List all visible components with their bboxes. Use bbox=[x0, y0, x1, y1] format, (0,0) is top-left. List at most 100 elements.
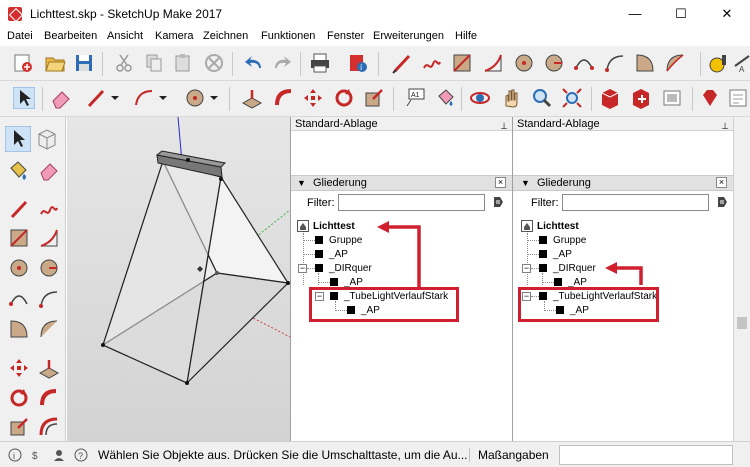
measurements-input[interactable] bbox=[559, 445, 733, 465]
select-arrow-icon[interactable] bbox=[5, 126, 31, 152]
circle-tool-icon[interactable] bbox=[513, 52, 535, 74]
tray-panel-left: Standard-Ablage ⊥ ▼ Gliederung × Filter: … bbox=[290, 117, 512, 441]
paint-bucket-icon[interactable] bbox=[8, 159, 30, 181]
select-tool-icon[interactable] bbox=[13, 87, 35, 109]
erase-icon[interactable] bbox=[203, 52, 225, 74]
redo-icon[interactable] bbox=[271, 52, 293, 74]
menu-zeichnen[interactable]: Zeichnen bbox=[203, 30, 248, 42]
svg-text:A1: A1 bbox=[411, 92, 420, 99]
user-icon[interactable] bbox=[52, 448, 66, 462]
cut-icon[interactable] bbox=[113, 52, 135, 74]
share-model-icon[interactable] bbox=[630, 87, 652, 109]
rotated-rectangle-icon[interactable] bbox=[482, 52, 504, 74]
georeference-icon[interactable]: i bbox=[8, 448, 22, 462]
move-tool-icon[interactable] bbox=[8, 357, 30, 379]
new-file-icon[interactable] bbox=[12, 52, 34, 74]
menu-bearbeiten[interactable]: Bearbeiten bbox=[44, 30, 97, 42]
freehand-tool-icon[interactable] bbox=[38, 198, 60, 220]
menu-fenster[interactable]: Fenster bbox=[327, 30, 364, 42]
copy-icon[interactable] bbox=[143, 52, 165, 74]
tape-measure-icon[interactable] bbox=[708, 52, 730, 74]
open-folder-icon[interactable] bbox=[44, 52, 66, 74]
save-icon[interactable] bbox=[73, 52, 95, 74]
pencil-tool-icon[interactable] bbox=[85, 87, 107, 109]
arc-tool-icon[interactable] bbox=[573, 52, 595, 74]
model-info-icon[interactable]: i bbox=[347, 52, 369, 74]
highlight-arrow bbox=[377, 221, 421, 288]
polygon-tool-icon[interactable] bbox=[543, 52, 565, 74]
rectangle-tool-icon[interactable] bbox=[451, 52, 473, 74]
line-tool-icon[interactable] bbox=[8, 198, 30, 220]
arc-tool-icon[interactable] bbox=[8, 288, 30, 310]
toolbar-large-tools: A1 bbox=[0, 81, 750, 117]
rotated-rectangle-icon[interactable] bbox=[38, 227, 60, 249]
chevron-down-icon[interactable] bbox=[109, 89, 121, 107]
menu-kamera[interactable]: Kamera bbox=[155, 30, 194, 42]
extension-warehouse-icon[interactable] bbox=[661, 87, 683, 109]
move-tool-icon[interactable] bbox=[302, 87, 324, 109]
undo-icon[interactable] bbox=[243, 52, 265, 74]
zoom-tool-icon[interactable] bbox=[531, 87, 553, 109]
three-point-arc-icon[interactable] bbox=[38, 318, 60, 340]
dimension-icon[interactable]: A bbox=[733, 52, 750, 74]
pan-tool-icon[interactable] bbox=[500, 87, 522, 109]
two-point-arc-icon[interactable] bbox=[604, 52, 626, 74]
layout-icon[interactable] bbox=[727, 87, 749, 109]
zoom-extents-icon[interactable] bbox=[561, 87, 583, 109]
paint-bucket-icon[interactable] bbox=[434, 87, 456, 109]
follow-me-icon[interactable] bbox=[38, 387, 60, 409]
toolbar-separator bbox=[591, 87, 592, 111]
svg-text:A: A bbox=[739, 65, 745, 74]
scrollbar-thumb[interactable] bbox=[737, 317, 747, 329]
menu-funktionen[interactable]: Funktionen bbox=[261, 30, 315, 42]
push-pull-icon[interactable] bbox=[241, 87, 263, 109]
close-button[interactable]: ✕ bbox=[704, 0, 750, 28]
credits-icon[interactable]: $ bbox=[30, 448, 44, 462]
ruby-icon[interactable] bbox=[699, 87, 721, 109]
svg-text:i: i bbox=[360, 63, 362, 72]
minimize-button[interactable]: — bbox=[612, 0, 658, 28]
component-icon[interactable] bbox=[36, 128, 58, 150]
print-icon[interactable] bbox=[309, 52, 331, 74]
scale-tool-icon[interactable] bbox=[8, 416, 30, 438]
toolbar-separator bbox=[393, 87, 394, 111]
freehand-tool-icon[interactable] bbox=[421, 52, 443, 74]
text-tool-icon[interactable]: A1 bbox=[404, 87, 426, 109]
vertical-scrollbar[interactable] bbox=[733, 117, 750, 441]
follow-me-icon[interactable] bbox=[273, 87, 295, 109]
warehouse-icon[interactable] bbox=[599, 87, 621, 109]
status-bar: i $ ? Wählen Sie Objekte aus. Drücken Si… bbox=[0, 441, 750, 467]
svg-text:i: i bbox=[13, 451, 15, 461]
maximize-button[interactable]: ☐ bbox=[658, 0, 704, 28]
three-point-arc-icon[interactable] bbox=[664, 52, 686, 74]
scale-tool-icon[interactable] bbox=[363, 87, 385, 109]
pie-tool-icon[interactable] bbox=[634, 52, 656, 74]
rectangle-tool-icon[interactable] bbox=[8, 227, 30, 249]
model-viewport[interactable] bbox=[67, 117, 290, 441]
help-icon[interactable]: ? bbox=[74, 448, 88, 462]
polygon-tool-icon[interactable] bbox=[38, 257, 60, 279]
toolbar-separator bbox=[232, 52, 233, 76]
menu-hilfe[interactable]: Hilfe bbox=[455, 30, 477, 42]
orbit-tool-icon[interactable] bbox=[469, 87, 491, 109]
rotate-tool-icon[interactable] bbox=[8, 387, 30, 409]
two-point-arc-icon[interactable] bbox=[38, 288, 60, 310]
pie-tool-icon[interactable] bbox=[8, 318, 30, 340]
offset-tool-icon[interactable] bbox=[38, 416, 60, 438]
menu-datei[interactable]: Datei bbox=[7, 30, 33, 42]
chevron-down-icon[interactable] bbox=[208, 89, 220, 107]
menu-ansicht[interactable]: Ansicht bbox=[107, 30, 143, 42]
chevron-down-icon[interactable] bbox=[157, 89, 169, 107]
push-pull-icon[interactable] bbox=[38, 357, 60, 379]
eraser-tool-icon[interactable] bbox=[50, 87, 72, 109]
highlight-arrow bbox=[605, 262, 643, 285]
circle-tool-icon[interactable] bbox=[8, 257, 30, 279]
rotate-tool-icon[interactable] bbox=[333, 87, 355, 109]
shape-tool-large-icon[interactable] bbox=[184, 87, 206, 109]
eraser-tool-icon[interactable] bbox=[38, 159, 60, 181]
line-tool-icon[interactable] bbox=[391, 52, 413, 74]
toolbar-standard: i A bbox=[0, 46, 750, 81]
menu-erweiterungen[interactable]: Erweiterungen bbox=[373, 30, 444, 42]
paste-icon[interactable] bbox=[172, 52, 194, 74]
arc-tool-large-icon[interactable] bbox=[133, 87, 155, 109]
